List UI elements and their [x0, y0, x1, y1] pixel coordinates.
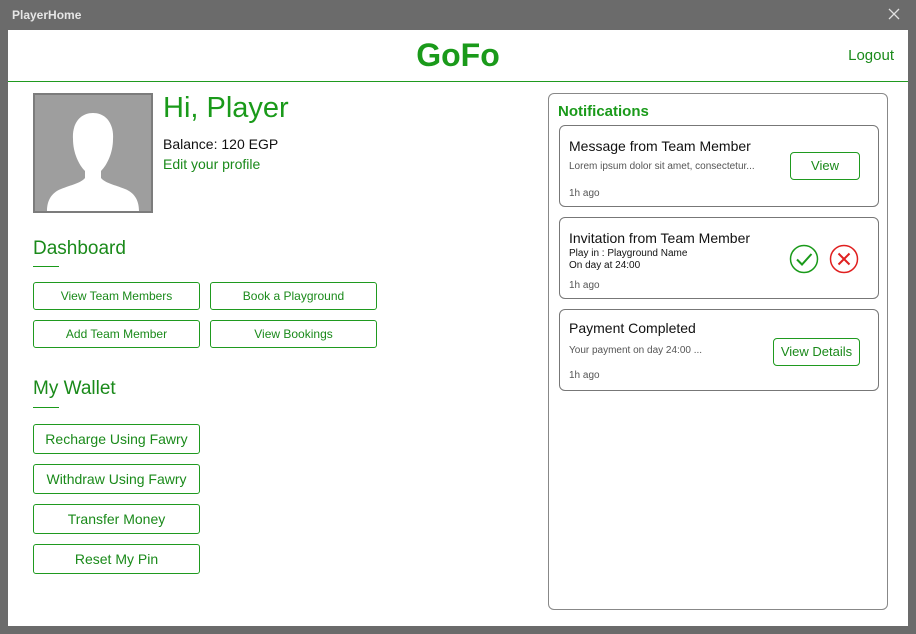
brand-logo: GoFo [416, 37, 500, 73]
notification-body: Lorem ipsum dolor sit amet, consectetur.… [569, 161, 755, 172]
check-icon [789, 244, 819, 274]
notification-card-payment: Payment Completed Your payment on day 24… [559, 309, 879, 391]
view-details-button[interactable]: View Details [773, 338, 860, 366]
notification-time: 1h ago [569, 280, 600, 291]
notification-card-message: Message from Team Member Lorem ipsum dol… [559, 125, 879, 207]
notification-time: 1h ago [569, 370, 600, 381]
decline-invitation-button[interactable] [829, 244, 859, 274]
recharge-fawry-button[interactable]: Recharge Using Fawry [33, 424, 200, 454]
logout-link[interactable]: Logout [848, 47, 894, 64]
withdraw-fawry-button[interactable]: Withdraw Using Fawry [33, 464, 200, 494]
invitation-playground: Play in : Playground Name [569, 248, 688, 259]
reset-pin-button[interactable]: Reset My Pin [33, 544, 200, 574]
invitation-datetime: On day at 24:00 [569, 260, 641, 271]
notifications-panel: Notifications Message from Team Member L… [548, 93, 888, 610]
notification-body: Your payment on day 24:00 ... [569, 345, 703, 356]
book-playground-button[interactable]: Book a Playground [210, 282, 377, 310]
transfer-money-button[interactable]: Transfer Money [33, 504, 200, 534]
avatar [33, 93, 153, 213]
notification-card-invitation: Invitation from Team Member Play in : Pl… [559, 217, 879, 299]
view-team-members-button[interactable]: View Team Members [33, 282, 200, 310]
user-silhouette-icon [47, 113, 139, 211]
app-content: GoFo Logout Hi, Player Balance: 120 EGP … [8, 30, 908, 626]
dashboard-heading: Dashboard [33, 238, 126, 259]
notifications-heading: Notifications [558, 103, 649, 120]
window-titlebar: PlayerHome [0, 0, 916, 30]
notification-time: 1h ago [569, 188, 600, 199]
add-team-member-button[interactable]: Add Team Member [33, 320, 200, 348]
x-icon [829, 244, 859, 274]
notification-title: Payment Completed [569, 320, 696, 336]
view-bookings-button[interactable]: View Bookings [210, 320, 377, 348]
window-title: PlayerHome [12, 8, 82, 22]
greeting: Hi, Player [163, 92, 289, 124]
view-message-button[interactable]: View [790, 152, 860, 180]
wallet-heading: My Wallet [33, 378, 116, 399]
edit-profile-link[interactable]: Edit your profile [163, 156, 260, 172]
balance-text: Balance: 120 EGP [163, 136, 279, 152]
close-icon[interactable] [886, 6, 902, 22]
notification-title: Invitation from Team Member [569, 230, 751, 246]
notification-title: Message from Team Member [569, 138, 751, 154]
dashboard-divider [33, 266, 59, 267]
app-header: GoFo Logout [8, 30, 908, 82]
accept-invitation-button[interactable] [789, 244, 819, 274]
wallet-divider [33, 407, 59, 408]
